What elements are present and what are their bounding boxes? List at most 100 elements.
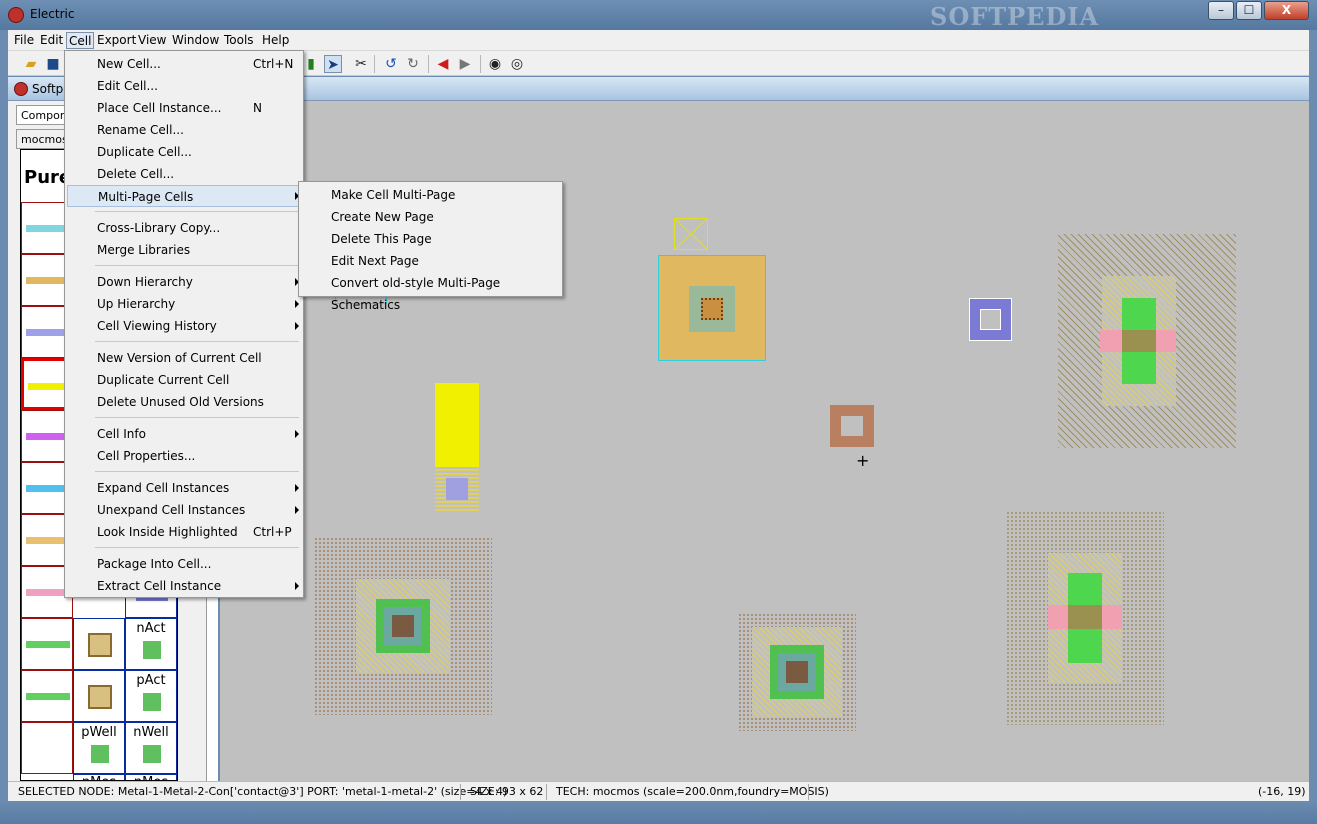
- via-shape[interactable]: [435, 467, 479, 511]
- menu-tools[interactable]: Tools: [222, 32, 256, 49]
- metal3-wire-shape[interactable]: [435, 383, 479, 467]
- status-tech: TECH: mocmos (scale=200.0nm,foundry=MOSI…: [556, 785, 829, 798]
- wire-tool-icon[interactable]: ✂: [352, 55, 370, 73]
- eye-icon[interactable]: ◉: [486, 55, 504, 73]
- multi-page-submenu: Make Cell Multi-Page Create New Page Del…: [298, 181, 563, 312]
- document-icon: [14, 82, 28, 96]
- metal-square-shape[interactable]: [969, 298, 1012, 341]
- submenu-item-make-multi-page[interactable]: Make Cell Multi-Page: [301, 184, 560, 206]
- menu-item-new-version[interactable]: New Version of Current Cell: [67, 347, 301, 369]
- menu-item-duplicate-current-cell[interactable]: Duplicate Current Cell: [67, 369, 301, 391]
- status-bar: SELECTED NODE: Metal-1-Metal-2-Con['cont…: [8, 781, 1309, 801]
- well-contact-shape[interactable]: [314, 537, 492, 715]
- back-arrow-icon[interactable]: ◀: [434, 55, 452, 73]
- open-icon[interactable]: ▰: [22, 55, 40, 73]
- contact-shape[interactable]: [658, 255, 766, 361]
- menu-view[interactable]: View: [136, 32, 168, 49]
- save-icon[interactable]: ■: [44, 55, 62, 73]
- menu-item-cell-info[interactable]: Cell Info: [67, 423, 301, 445]
- status-size: SIZE: 93 x 62: [470, 785, 544, 798]
- menu-cell[interactable]: Cell: [66, 32, 95, 49]
- forward-arrow-icon[interactable]: ▶: [456, 55, 474, 73]
- menu-item-duplicate-cell[interactable]: Duplicate Cell...: [67, 141, 301, 163]
- submenu-item-convert-old-style[interactable]: Convert old-style Multi-Page Schematics: [301, 272, 560, 312]
- menu-item-unexpand-cell-instances[interactable]: Unexpand Cell Instances: [67, 499, 301, 521]
- palette-contact-cell[interactable]: [73, 618, 125, 670]
- palette-pact-cell[interactable]: pAct: [125, 670, 177, 722]
- palette-label: nAct: [136, 621, 166, 636]
- tab-library[interactable]: mocmos: [16, 129, 68, 149]
- layer-icon[interactable]: ▮: [302, 55, 320, 73]
- menu-edit[interactable]: Edit: [38, 32, 65, 49]
- menu-divider: [95, 547, 299, 548]
- menu-item-place-cell-instance[interactable]: Place Cell Instance...: [67, 97, 301, 119]
- eye-closed-icon[interactable]: ◎: [508, 55, 526, 73]
- status-separator: [808, 784, 809, 800]
- maximize-button[interactable]: ☐: [1236, 1, 1262, 20]
- cell-menu: New Cell... Ctrl+N Edit Cell... Place Ce…: [64, 50, 304, 598]
- menu-bar: File Edit Cell Export View Window Tools …: [8, 30, 1309, 50]
- submenu-item-edit-next-page[interactable]: Edit Next Page: [301, 250, 560, 272]
- watermark: SOFTPEDIA: [930, 2, 1100, 31]
- window-title: Electric: [30, 7, 75, 21]
- palette-nmos-cell[interactable]: nMos: [125, 774, 177, 780]
- menu-export[interactable]: Export: [95, 32, 138, 49]
- undo-icon[interactable]: ↺: [382, 55, 400, 73]
- palette-empty-cell[interactable]: [21, 722, 73, 774]
- submenu-arrow-icon: [295, 582, 299, 590]
- transistor-shape[interactable]: [1058, 234, 1236, 448]
- transistor-shape[interactable]: [1006, 511, 1164, 725]
- window-frame-bottom: [0, 801, 1317, 824]
- tab-components[interactable]: Compone: [16, 105, 74, 125]
- submenu-item-delete-this-page[interactable]: Delete This Page: [301, 228, 560, 250]
- menu-item-multi-page-cells[interactable]: Multi-Page Cells: [67, 185, 301, 207]
- submenu-item-create-new-page[interactable]: Create New Page: [301, 206, 560, 228]
- menu-window[interactable]: Window: [170, 32, 221, 49]
- palette-nact-cell[interactable]: nAct: [125, 618, 177, 670]
- palette-contact-cell[interactable]: [73, 670, 125, 722]
- menu-item-extract-cell-instance[interactable]: Extract Cell Instance: [67, 575, 301, 597]
- select-arrow-icon[interactable]: ➤: [324, 55, 342, 73]
- status-selected-node: SELECTED NODE: Metal-1-Metal-2-Con['cont…: [18, 785, 508, 798]
- cross-node-shape[interactable]: [674, 218, 708, 250]
- menu-item-edit-cell[interactable]: Edit Cell...: [67, 75, 301, 97]
- cursor-crosshair-icon: +: [856, 451, 870, 470]
- menu-divider: [95, 417, 299, 418]
- poly-square-shape[interactable]: [830, 405, 874, 447]
- menu-item-merge-libraries[interactable]: Merge Libraries: [67, 239, 301, 261]
- menu-item-expand-cell-instances[interactable]: Expand Cell Instances: [67, 477, 301, 499]
- menu-file[interactable]: File: [12, 32, 36, 49]
- menu-help[interactable]: Help: [260, 32, 291, 49]
- palette-label: nWell: [133, 725, 169, 740]
- minimize-button[interactable]: –: [1208, 1, 1234, 20]
- status-coordinates: (-16, 19): [1258, 785, 1306, 798]
- submenu-arrow-icon: [295, 322, 299, 330]
- menu-item-rename-cell[interactable]: Rename Cell...: [67, 119, 301, 141]
- palette-pmos-cell[interactable]: pMos: [73, 774, 125, 780]
- redo-icon[interactable]: ↻: [404, 55, 422, 73]
- close-button[interactable]: X: [1264, 1, 1309, 20]
- palette-pwell-cell[interactable]: pWell: [73, 722, 125, 774]
- menu-item-cross-library-copy[interactable]: Cross-Library Copy...: [67, 217, 301, 239]
- shortcut-place-cell-instance: N: [253, 101, 262, 115]
- menu-item-down-hierarchy[interactable]: Down Hierarchy: [67, 271, 301, 293]
- menu-divider: [95, 265, 299, 266]
- menu-item-up-hierarchy[interactable]: Up Hierarchy: [67, 293, 301, 315]
- shortcut-look-inside: Ctrl+P: [253, 525, 292, 539]
- menu-item-delete-unused-versions[interactable]: Delete Unused Old Versions: [67, 391, 301, 413]
- submenu-arrow-icon: [295, 300, 299, 308]
- submenu-arrow-icon: [295, 430, 299, 438]
- palette-arc-cell[interactable]: [21, 670, 73, 722]
- toolbar-separator: [374, 55, 375, 73]
- app-icon: [8, 7, 24, 23]
- menu-item-cell-properties[interactable]: Cell Properties...: [67, 445, 301, 467]
- menu-item-delete-cell[interactable]: Delete Cell...: [67, 163, 301, 185]
- palette-arc-cell[interactable]: [21, 618, 73, 670]
- toolbar-separator: [480, 55, 481, 73]
- window-frame-right: [1309, 30, 1317, 801]
- menu-item-cell-viewing-history[interactable]: Cell Viewing History: [67, 315, 301, 337]
- well-contact-shape[interactable]: [738, 613, 856, 731]
- menu-item-package-into-cell[interactable]: Package Into Cell...: [67, 553, 301, 575]
- palette-label: pAct: [136, 673, 166, 688]
- palette-nwell-cell[interactable]: nWell: [125, 722, 177, 774]
